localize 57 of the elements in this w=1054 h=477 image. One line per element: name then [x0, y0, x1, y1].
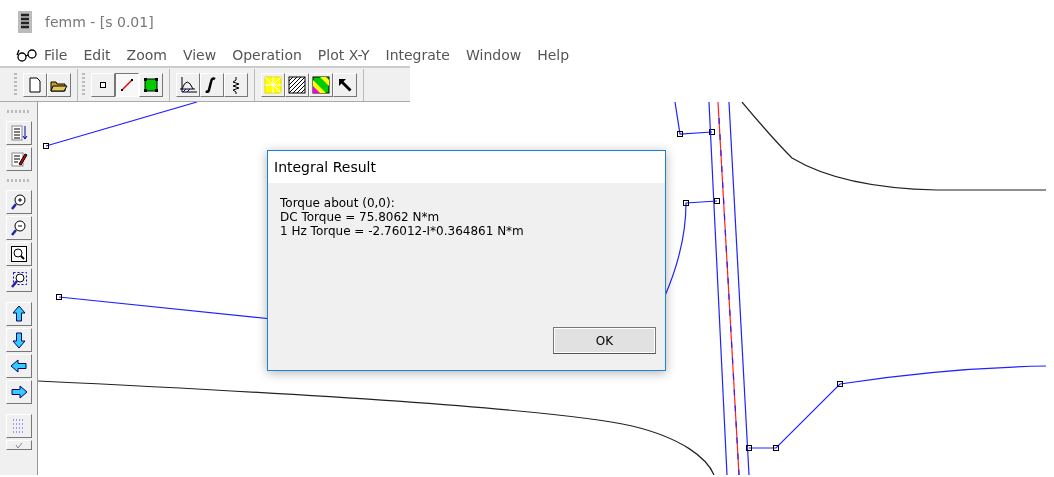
- result-text: 1 Hz Torque = -2.76012-I*0.364861 N*m: [280, 224, 525, 238]
- coil-button[interactable]: [224, 72, 248, 97]
- result-text: Torque about (0,0):: [280, 196, 396, 210]
- right-arrow-button[interactable]: [5, 380, 32, 404]
- up-arrow-icon: [9, 305, 28, 323]
- node-button[interactable]: [91, 72, 115, 97]
- hatch-icon: [288, 75, 306, 94]
- zoom-in-button[interactable]: [5, 190, 32, 214]
- zoom-window-icon: [9, 271, 28, 289]
- mesh-button[interactable]: [261, 72, 285, 97]
- edit-button[interactable]: [5, 147, 32, 171]
- window-title: femm - [s 0.01]: [45, 14, 154, 30]
- sort-button[interactable]: [5, 121, 32, 145]
- app-icon: [18, 11, 32, 33]
- document-button[interactable]: [23, 72, 47, 97]
- block-button[interactable]: [139, 72, 163, 97]
- color-map-icon: [312, 75, 330, 94]
- folder-button[interactable]: [47, 72, 71, 97]
- zoom-window-button[interactable]: [5, 268, 32, 292]
- glasses-icon[interactable]: [16, 47, 38, 63]
- plot-button[interactable]: [176, 72, 200, 97]
- result-text: DC Torque = 75.8062 N*m: [280, 210, 441, 224]
- color-map-button[interactable]: [309, 72, 333, 97]
- menu-item[interactable]: Window: [456, 47, 529, 63]
- down-arrow-icon: [9, 331, 28, 349]
- menu-item[interactable]: Zoom: [117, 47, 174, 63]
- menu-item[interactable]: Plot X-Y: [308, 47, 377, 63]
- left-arrow-icon: [9, 357, 28, 375]
- menu-item[interactable]: File: [38, 47, 75, 63]
- menu-item[interactable]: Integrate: [376, 47, 457, 63]
- node-icon: [100, 81, 106, 88]
- menu-item[interactable]: Help: [528, 47, 577, 63]
- menu-item[interactable]: View: [173, 47, 224, 63]
- right-arrow-icon: [9, 383, 28, 401]
- zoom-page-icon: [9, 245, 28, 263]
- dialog-title: Integral Result: [268, 151, 665, 183]
- zoom-in-icon: [9, 193, 28, 211]
- mesh-icon: [264, 75, 282, 94]
- up-arrow-button[interactable]: [5, 302, 32, 326]
- document-icon: [26, 75, 44, 94]
- left-arrow-button[interactable]: [5, 354, 32, 378]
- ok-button[interactable]: OK: [553, 327, 656, 354]
- hatch-button[interactable]: [285, 72, 309, 97]
- menu-item[interactable]: Operation: [223, 47, 309, 63]
- sort-icon: [9, 124, 28, 142]
- arrow-pointer-button[interactable]: [333, 72, 357, 97]
- edit-icon: [9, 150, 28, 168]
- zoom-page-button[interactable]: [5, 242, 32, 266]
- block-icon: [142, 75, 160, 94]
- grid-button[interactable]: [5, 414, 32, 438]
- menu-item[interactable]: Edit: [74, 47, 118, 63]
- integral-button[interactable]: [200, 72, 224, 97]
- down-arrow-button[interactable]: [5, 328, 32, 352]
- segment-button[interactable]: [115, 72, 139, 97]
- zoom-out-icon: [9, 219, 28, 237]
- zoom-out-button[interactable]: [5, 216, 32, 240]
- plot-icon: [179, 75, 197, 94]
